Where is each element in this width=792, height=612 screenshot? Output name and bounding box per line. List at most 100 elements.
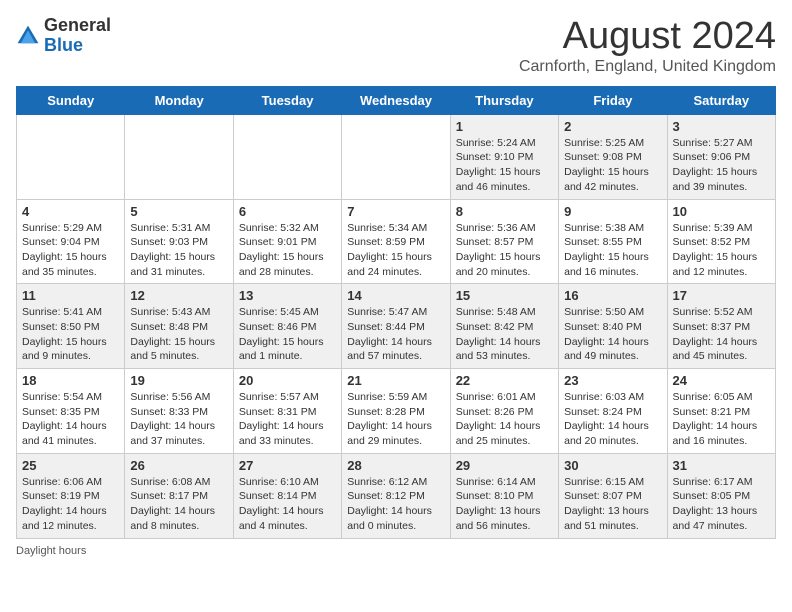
day-detail: Sunrise: 5:59 AMSunset: 8:28 PMDaylight:… xyxy=(347,390,444,449)
day-detail: Sunrise: 5:39 AMSunset: 8:52 PMDaylight:… xyxy=(673,221,770,280)
day-number: 11 xyxy=(22,288,119,303)
calendar-cell: 18 Sunrise: 5:54 AMSunset: 8:35 PMDayligh… xyxy=(17,369,125,454)
day-detail: Sunrise: 5:56 AMSunset: 8:33 PMDaylight:… xyxy=(130,390,227,449)
calendar-cell xyxy=(17,114,125,199)
day-detail: Sunrise: 5:25 AMSunset: 9:08 PMDaylight:… xyxy=(564,136,661,195)
day-number: 25 xyxy=(22,458,119,473)
calendar-cell xyxy=(125,114,233,199)
day-detail: Sunrise: 6:08 AMSunset: 8:17 PMDaylight:… xyxy=(130,475,227,534)
day-detail: Sunrise: 5:54 AMSunset: 8:35 PMDaylight:… xyxy=(22,390,119,449)
day-detail: Sunrise: 6:10 AMSunset: 8:14 PMDaylight:… xyxy=(239,475,336,534)
day-detail: Sunrise: 5:52 AMSunset: 8:37 PMDaylight:… xyxy=(673,305,770,364)
calendar-cell: 10 Sunrise: 5:39 AMSunset: 8:52 PMDayligh… xyxy=(667,199,775,284)
calendar-cell: 30 Sunrise: 6:15 AMSunset: 8:07 PMDayligh… xyxy=(559,453,667,538)
calendar-cell: 6Sunrise: 5:32 AMSunset: 9:01 PMDaylight… xyxy=(233,199,341,284)
logo-icon xyxy=(16,24,40,48)
calendar-cell: 24Sunrise: 6:05 AMSunset: 8:21 PMDayligh… xyxy=(667,369,775,454)
calendar-cell: 27 Sunrise: 6:10 AMSunset: 8:14 PMDayligh… xyxy=(233,453,341,538)
day-of-week-header: Sunday xyxy=(17,86,125,114)
day-number: 31 xyxy=(673,458,770,473)
calendar-cell: 22 Sunrise: 6:01 AMSunset: 8:26 PMDayligh… xyxy=(450,369,558,454)
calendar-cell: 12Sunrise: 5:43 AMSunset: 8:48 PMDayligh… xyxy=(125,284,233,369)
day-number: 13 xyxy=(239,288,336,303)
title-block: August 2024 Carnforth, England, United K… xyxy=(519,16,776,76)
calendar-footer: Daylight hours xyxy=(16,545,776,557)
calendar-week-row: 18 Sunrise: 5:54 AMSunset: 8:35 PMDayligh… xyxy=(17,369,776,454)
day-of-week-header: Tuesday xyxy=(233,86,341,114)
day-of-week-header: Monday xyxy=(125,86,233,114)
calendar-cell: 1 Sunrise: 5:24 AMSunset: 9:10 PMDaylight… xyxy=(450,114,558,199)
day-detail: Sunrise: 6:12 AMSunset: 8:12 PMDaylight:… xyxy=(347,475,444,534)
calendar-cell xyxy=(233,114,341,199)
day-detail: Sunrise: 6:17 AMSunset: 8:05 PMDaylight:… xyxy=(673,475,770,534)
day-number: 1 xyxy=(456,119,553,134)
calendar-cell: 29 Sunrise: 6:14 AMSunset: 8:10 PMDayligh… xyxy=(450,453,558,538)
calendar-cell xyxy=(342,114,450,199)
day-number: 7 xyxy=(347,204,444,219)
calendar-week-row: 25 Sunrise: 6:06 AMSunset: 8:19 PMDayligh… xyxy=(17,453,776,538)
daylight-label: Daylight hours xyxy=(16,545,86,557)
calendar-cell: 7 Sunrise: 5:34 AMSunset: 8:59 PMDaylight… xyxy=(342,199,450,284)
day-detail: Sunrise: 5:31 AMSunset: 9:03 PMDaylight:… xyxy=(130,221,227,280)
calendar-cell: 9 Sunrise: 5:38 AMSunset: 8:55 PMDaylight… xyxy=(559,199,667,284)
calendar-cell: 16Sunrise: 5:50 AMSunset: 8:40 PMDayligh… xyxy=(559,284,667,369)
day-detail: Sunrise: 5:29 AMSunset: 9:04 PMDaylight:… xyxy=(22,221,119,280)
calendar-cell: 13 Sunrise: 5:45 AMSunset: 8:46 PMDayligh… xyxy=(233,284,341,369)
day-number: 18 xyxy=(22,373,119,388)
day-number: 10 xyxy=(673,204,770,219)
calendar-header-row: SundayMondayTuesdayWednesdayThursdayFrid… xyxy=(17,86,776,114)
calendar-table: SundayMondayTuesdayWednesdayThursdayFrid… xyxy=(16,86,776,539)
page-header: General Blue August 2024 Carnforth, Engl… xyxy=(16,16,776,76)
day-number: 4 xyxy=(22,204,119,219)
day-detail: Sunrise: 6:05 AMSunset: 8:21 PMDaylight:… xyxy=(673,390,770,449)
day-detail: Sunrise: 5:32 AMSunset: 9:01 PMDaylight:… xyxy=(239,221,336,280)
day-detail: Sunrise: 6:14 AMSunset: 8:10 PMDaylight:… xyxy=(456,475,553,534)
calendar-cell: 8Sunrise: 5:36 AMSunset: 8:57 PMDaylight… xyxy=(450,199,558,284)
day-detail: Sunrise: 5:47 AMSunset: 8:44 PMDaylight:… xyxy=(347,305,444,364)
day-number: 17 xyxy=(673,288,770,303)
logo: General Blue xyxy=(16,16,111,56)
calendar-cell: 2 Sunrise: 5:25 AMSunset: 9:08 PMDaylight… xyxy=(559,114,667,199)
day-detail: Sunrise: 5:41 AMSunset: 8:50 PMDaylight:… xyxy=(22,305,119,364)
calendar-cell: 17 Sunrise: 5:52 AMSunset: 8:37 PMDayligh… xyxy=(667,284,775,369)
day-number: 15 xyxy=(456,288,553,303)
day-number: 21 xyxy=(347,373,444,388)
day-number: 22 xyxy=(456,373,553,388)
day-number: 29 xyxy=(456,458,553,473)
day-number: 27 xyxy=(239,458,336,473)
day-number: 12 xyxy=(130,288,227,303)
calendar-week-row: 4 Sunrise: 5:29 AMSunset: 9:04 PMDaylight… xyxy=(17,199,776,284)
day-detail: Sunrise: 5:24 AMSunset: 9:10 PMDaylight:… xyxy=(456,136,553,195)
calendar-cell: 20 Sunrise: 5:57 AMSunset: 8:31 PMDayligh… xyxy=(233,369,341,454)
day-number: 28 xyxy=(347,458,444,473)
day-number: 3 xyxy=(673,119,770,134)
day-number: 2 xyxy=(564,119,661,134)
day-detail: Sunrise: 5:38 AMSunset: 8:55 PMDaylight:… xyxy=(564,221,661,280)
day-detail: Sunrise: 6:03 AMSunset: 8:24 PMDaylight:… xyxy=(564,390,661,449)
day-detail: Sunrise: 5:50 AMSunset: 8:40 PMDaylight:… xyxy=(564,305,661,364)
day-detail: Sunrise: 5:57 AMSunset: 8:31 PMDaylight:… xyxy=(239,390,336,449)
day-of-week-header: Thursday xyxy=(450,86,558,114)
calendar-cell: 19 Sunrise: 5:56 AMSunset: 8:33 PMDayligh… xyxy=(125,369,233,454)
day-detail: Sunrise: 5:34 AMSunset: 8:59 PMDaylight:… xyxy=(347,221,444,280)
calendar-week-row: 1 Sunrise: 5:24 AMSunset: 9:10 PMDaylight… xyxy=(17,114,776,199)
day-detail: Sunrise: 6:06 AMSunset: 8:19 PMDaylight:… xyxy=(22,475,119,534)
day-number: 5 xyxy=(130,204,227,219)
calendar-week-row: 11 Sunrise: 5:41 AMSunset: 8:50 PMDayligh… xyxy=(17,284,776,369)
day-detail: Sunrise: 5:45 AMSunset: 8:46 PMDaylight:… xyxy=(239,305,336,364)
day-number: 26 xyxy=(130,458,227,473)
day-detail: Sunrise: 6:15 AMSunset: 8:07 PMDaylight:… xyxy=(564,475,661,534)
calendar-cell: 11 Sunrise: 5:41 AMSunset: 8:50 PMDayligh… xyxy=(17,284,125,369)
calendar-cell: 14Sunrise: 5:47 AMSunset: 8:44 PMDayligh… xyxy=(342,284,450,369)
day-of-week-header: Saturday xyxy=(667,86,775,114)
day-number: 20 xyxy=(239,373,336,388)
day-of-week-header: Friday xyxy=(559,86,667,114)
calendar-cell: 26 Sunrise: 6:08 AMSunset: 8:17 PMDayligh… xyxy=(125,453,233,538)
day-number: 8 xyxy=(456,204,553,219)
day-number: 30 xyxy=(564,458,661,473)
logo-general-text: General xyxy=(44,16,111,36)
day-number: 19 xyxy=(130,373,227,388)
day-detail: Sunrise: 6:01 AMSunset: 8:26 PMDaylight:… xyxy=(456,390,553,449)
day-number: 9 xyxy=(564,204,661,219)
day-detail: Sunrise: 5:48 AMSunset: 8:42 PMDaylight:… xyxy=(456,305,553,364)
